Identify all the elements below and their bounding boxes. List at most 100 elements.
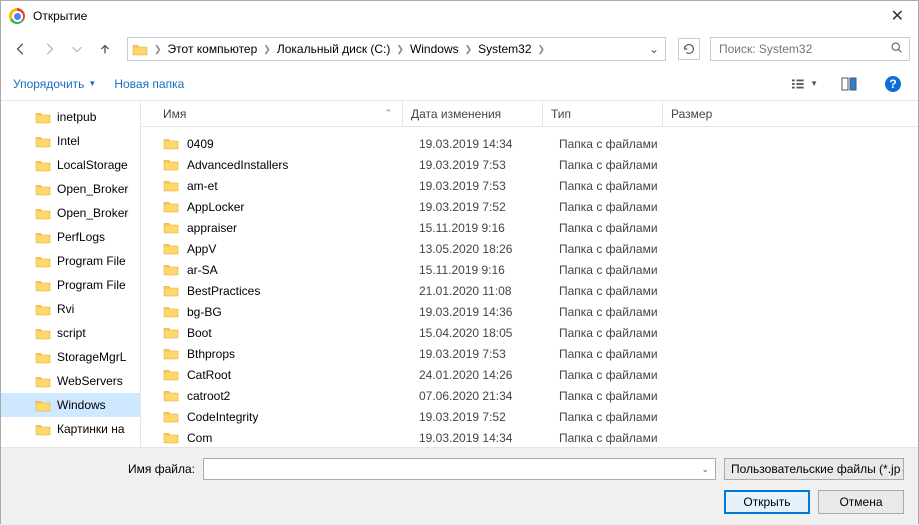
tree-item[interactable]: script [1, 321, 140, 345]
tree-item[interactable]: inetpub [1, 105, 140, 129]
column-date[interactable]: Дата изменения [403, 101, 543, 126]
folder-icon [35, 231, 51, 244]
folder-icon [163, 347, 179, 360]
sort-indicator: ⌃ [384, 108, 392, 119]
file-name: catroot2 [187, 389, 230, 403]
tree-item[interactable]: WebServers [1, 369, 140, 393]
nav-bar: ❯ Этот компьютер ❯ Локальный диск (C:) ❯… [1, 31, 918, 67]
file-name: Boot [187, 326, 212, 340]
breadcrumb-item[interactable]: Windows [408, 42, 461, 56]
file-type: Папка с файлами [551, 368, 671, 382]
forward-button[interactable] [37, 37, 61, 61]
file-type-filter[interactable]: Пользовательские файлы (*.jp ⌄ [724, 458, 904, 480]
breadcrumb-item[interactable]: Этот компьютер [166, 42, 260, 56]
tree-item[interactable]: Windows [1, 393, 140, 417]
folder-icon [163, 326, 179, 339]
filename-input[interactable]: ⌄ [203, 458, 716, 480]
file-row[interactable]: am-et19.03.2019 7:53Папка с файлами [141, 175, 918, 196]
file-name: AppV [187, 242, 216, 256]
folder-icon [163, 368, 179, 381]
chrome-icon [9, 8, 25, 24]
tree-item[interactable]: Rvi [1, 297, 140, 321]
tree-item-label: StorageMgrL [57, 350, 126, 364]
breadcrumb-item[interactable]: Локальный диск (C:) [275, 42, 393, 56]
file-date: 19.03.2019 7:53 [411, 158, 551, 172]
file-name: Com [187, 431, 212, 445]
back-button[interactable] [9, 37, 33, 61]
file-name: bg-BG [187, 305, 222, 319]
tree-item[interactable]: Пользовател [1, 441, 140, 447]
file-name: AdvancedInstallers [187, 158, 288, 172]
preview-button[interactable] [836, 73, 862, 95]
folder-icon [163, 431, 179, 444]
tree-item[interactable]: StorageMgrL [1, 345, 140, 369]
file-row[interactable]: Boot15.04.2020 18:05Папка с файлами [141, 322, 918, 343]
recent-button[interactable] [65, 37, 89, 61]
file-row[interactable]: CodeIntegrity19.03.2019 7:52Папка с файл… [141, 406, 918, 427]
folder-icon [35, 207, 51, 220]
file-row[interactable]: bg-BG 19.03.2019 14:36Папка с файлами [141, 301, 918, 322]
chevron-down-icon[interactable]: ⌄ [695, 464, 715, 475]
refresh-button[interactable] [678, 38, 700, 60]
file-row[interactable]: 040919.03.2019 14:34Папка с файлами [141, 133, 918, 154]
file-type: Папка с файлами [551, 200, 671, 214]
folder-icon [35, 327, 51, 340]
file-date: 19.03.2019 14:34 [411, 137, 551, 151]
chevron-down-icon[interactable]: ⌄ [645, 42, 663, 56]
file-name: CatRoot [187, 368, 231, 382]
close-button[interactable]: ✕ [885, 6, 910, 26]
organize-button[interactable]: Упорядочить ▼ [13, 77, 96, 91]
open-button[interactable]: Открыть [724, 490, 810, 514]
file-row[interactable]: AppLocker19.03.2019 7:52Папка с файлами [141, 196, 918, 217]
folder-icon [130, 40, 150, 58]
file-row[interactable]: CatRoot24.01.2020 14:26Папка с файлами [141, 364, 918, 385]
file-row[interactable]: AppV13.05.2020 18:26Папка с файлами [141, 238, 918, 259]
help-button[interactable]: ? [880, 73, 906, 95]
column-size[interactable]: Размер [663, 101, 743, 126]
tree-item[interactable]: Open_Broker [1, 201, 140, 225]
folder-icon [35, 159, 51, 172]
column-name[interactable]: Имя⌃ [155, 101, 403, 126]
tree-item[interactable]: Program File [1, 249, 140, 273]
file-type: Папка с файлами [551, 389, 671, 403]
file-date: 19.03.2019 14:36 [411, 305, 551, 319]
file-type: Папка с файлами [551, 263, 671, 277]
tree-item[interactable]: Картинки на [1, 417, 140, 441]
file-date: 19.03.2019 7:53 [411, 347, 551, 361]
file-row[interactable]: Bthprops19.03.2019 7:53Папка с файлами [141, 343, 918, 364]
file-type: Папка с файлами [551, 221, 671, 235]
file-type: Папка с файлами [551, 305, 671, 319]
tree-item[interactable]: LocalStorage [1, 153, 140, 177]
file-row[interactable]: ar-SA15.11.2019 9:16Папка с файлами [141, 259, 918, 280]
file-date: 19.03.2019 7:52 [411, 200, 551, 214]
column-type[interactable]: Тип [543, 101, 663, 126]
file-row[interactable]: appraiser15.11.2019 9:16Папка с файлами [141, 217, 918, 238]
folder-icon [35, 255, 51, 268]
file-name: am-et [187, 179, 218, 193]
tree-item[interactable]: Program File [1, 273, 140, 297]
breadcrumb-item[interactable]: System32 [476, 42, 533, 56]
up-button[interactable] [93, 37, 117, 61]
folder-icon [163, 158, 179, 171]
tree-item-label: script [57, 326, 86, 340]
file-row[interactable]: Com19.03.2019 14:34Папка с файлами [141, 427, 918, 447]
file-row[interactable]: BestPractices21.01.2020 11:08Папка с фай… [141, 280, 918, 301]
tree-item-label: Пользовател [57, 446, 129, 447]
file-row[interactable]: AdvancedInstallers 19.03.2019 7:53Папка с… [141, 154, 918, 175]
search-box[interactable] [710, 37, 910, 61]
tree-item-label: WebServers [57, 374, 123, 388]
tree-item[interactable]: PerfLogs [1, 225, 140, 249]
view-button[interactable]: ▼ [792, 73, 818, 95]
file-row[interactable]: catroot207.06.2020 21:34Папка с файлами [141, 385, 918, 406]
sidebar: inetpubIntelLocalStorageOpen_BrokerOpen_… [1, 101, 141, 447]
file-type: Папка с файлами [551, 158, 671, 172]
tree-item[interactable]: Open_Broker [1, 177, 140, 201]
breadcrumb[interactable]: ❯ Этот компьютер ❯ Локальный диск (C:) ❯… [127, 37, 666, 61]
chevron-down-icon: ⌄ [900, 464, 904, 475]
new-folder-button[interactable]: Новая папка [114, 77, 184, 91]
tree-item[interactable]: Intel [1, 129, 140, 153]
folder-icon [35, 423, 51, 436]
cancel-button[interactable]: Отмена [818, 490, 904, 514]
file-date: 19.03.2019 14:34 [411, 431, 551, 445]
search-input[interactable] [717, 41, 890, 57]
